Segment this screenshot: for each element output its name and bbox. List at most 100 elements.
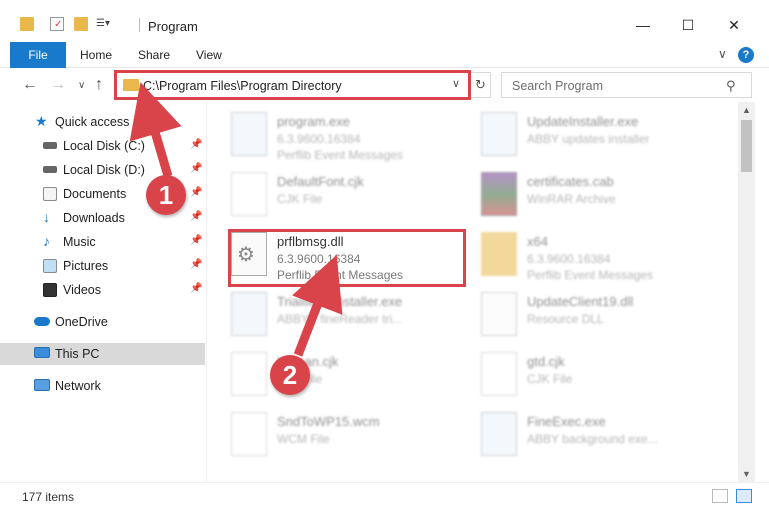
star-icon: ★ bbox=[35, 113, 48, 129]
step-2-badge: 2 bbox=[270, 355, 310, 395]
list-item[interactable]: program.exe 6.3.9600.16384 Perflib Event… bbox=[207, 106, 457, 162]
dll-file-icon bbox=[481, 292, 517, 336]
sidebar-item-label: Quick access bbox=[55, 115, 130, 129]
help-icon[interactable]: ? bbox=[738, 47, 754, 63]
sidebar-item-local-disk-c[interactable]: Local Disk (C:) 📌 bbox=[0, 135, 205, 157]
scroll-up-icon[interactable]: ▲ bbox=[738, 102, 755, 118]
pin-icon[interactable]: 📌 bbox=[190, 163, 202, 174]
title-bar: ✓ ☰▾ Program — ☐ ✕ bbox=[0, 0, 769, 42]
pin-icon[interactable]: 📌 bbox=[190, 139, 202, 150]
sidebar-item-label: Local Disk (D:) bbox=[63, 163, 145, 177]
tab-file[interactable]: File bbox=[10, 42, 66, 68]
file-name: UpdateClient19.dll bbox=[527, 294, 634, 309]
sidebar-item-music[interactable]: ♪ Music 📌 bbox=[0, 231, 205, 253]
list-item[interactable]: gtd.cjk CJK File bbox=[457, 346, 707, 402]
refresh-button[interactable]: ↻ bbox=[469, 73, 491, 97]
sidebar-item-this-pc[interactable]: This PC bbox=[0, 343, 205, 365]
maximize-button[interactable]: ☐ bbox=[673, 14, 703, 36]
file-name: program.exe bbox=[277, 114, 350, 129]
sidebar-item-label: Local Disk (C:) bbox=[63, 139, 145, 153]
document-file-icon bbox=[231, 412, 267, 456]
file-name: x64 bbox=[527, 234, 548, 249]
pin-icon[interactable]: 📌 bbox=[190, 283, 202, 294]
properties-icon[interactable]: ✓ bbox=[50, 17, 64, 31]
step-1-badge: 1 bbox=[146, 175, 186, 215]
exe-file-icon bbox=[231, 112, 267, 156]
search-icon[interactable]: ⚲ bbox=[726, 78, 736, 94]
tab-home[interactable]: Home bbox=[70, 42, 122, 68]
list-item[interactable]: certificates.cab WinRAR Archive bbox=[457, 166, 707, 222]
pictures-icon bbox=[43, 259, 57, 273]
new-folder-icon[interactable] bbox=[74, 17, 88, 31]
file-type: WinRAR Archive bbox=[527, 192, 616, 206]
sidebar-item-label: Documents bbox=[63, 187, 127, 201]
file-type: Resource DLL bbox=[527, 312, 604, 326]
folder-icon[interactable] bbox=[20, 17, 34, 31]
search-placeholder: Search Program bbox=[512, 79, 604, 93]
navigation-pane: ★ Quick access Local Disk (C:) 📌 Local D… bbox=[0, 102, 205, 482]
vertical-scrollbar[interactable]: ▲ ▼ bbox=[738, 102, 755, 482]
details-view-icon[interactable] bbox=[712, 489, 728, 503]
tab-view[interactable]: View bbox=[186, 42, 232, 68]
large-icons-view-icon[interactable] bbox=[736, 489, 752, 503]
file-name: DefaultFont.cjk bbox=[277, 174, 364, 189]
list-item[interactable]: Korean.cjk CJK File bbox=[207, 346, 457, 402]
list-item[interactable]: TrialitemsInstaller.exe ABBYY fineReader… bbox=[207, 286, 457, 342]
drive-icon bbox=[43, 142, 57, 149]
file-description: ABBY updates installer bbox=[527, 132, 650, 146]
forward-button[interactable]: → bbox=[50, 76, 66, 94]
minimize-button[interactable]: — bbox=[628, 14, 658, 36]
file-name: SndToWP15.wcm bbox=[277, 414, 380, 429]
window-title: Program bbox=[148, 19, 198, 34]
file-name: gtd.cjk bbox=[527, 354, 565, 369]
search-input[interactable]: Search Program ⚲ bbox=[501, 72, 752, 98]
file-name: certificates.cab bbox=[527, 174, 614, 189]
sidebar-item-quick-access[interactable]: ★ Quick access bbox=[0, 111, 205, 133]
document-file-icon bbox=[231, 352, 267, 396]
list-item[interactable]: DefaultFont.cjk CJK File bbox=[207, 166, 457, 222]
list-item[interactable]: SndToWP15.wcm WCM File bbox=[207, 406, 457, 462]
customize-toolbar-icon[interactable]: ☰▾ bbox=[96, 17, 122, 31]
close-button[interactable]: ✕ bbox=[719, 14, 749, 36]
sidebar-item-network[interactable]: Network bbox=[0, 375, 205, 397]
expand-ribbon-icon[interactable]: ∨ bbox=[718, 47, 727, 61]
list-item[interactable]: UpdateInstaller.exe ABBY updates install… bbox=[457, 106, 707, 162]
videos-icon bbox=[43, 283, 57, 297]
exe-file-icon bbox=[481, 112, 517, 156]
back-button[interactable]: ← bbox=[22, 76, 38, 94]
status-bar: 177 items bbox=[0, 482, 769, 519]
file-description: Perflib Event Messages bbox=[527, 268, 654, 282]
scroll-thumb[interactable] bbox=[741, 120, 752, 172]
tab-share[interactable]: Share bbox=[128, 42, 180, 68]
download-icon: ↓ bbox=[43, 209, 50, 225]
sidebar-item-label: Pictures bbox=[63, 259, 109, 273]
file-description: ABBYY fineReader tri... bbox=[277, 312, 403, 326]
sidebar-item-label: Music bbox=[63, 235, 96, 249]
list-item[interactable]: x64 6.3.9600.16384 Perflib Event Message… bbox=[457, 226, 707, 282]
list-item[interactable]: FineExec.exe ABBY background exe... bbox=[457, 406, 707, 462]
pin-icon[interactable]: 📌 bbox=[190, 259, 202, 270]
sidebar-item-label: This PC bbox=[55, 347, 100, 361]
sidebar-item-pictures[interactable]: Pictures 📌 bbox=[0, 255, 205, 277]
pin-icon[interactable]: 📌 bbox=[190, 235, 202, 246]
documents-icon bbox=[43, 187, 57, 201]
file-name: TrialitemsInstaller.exe bbox=[277, 294, 403, 309]
file-description: Perflib Event Messages bbox=[277, 148, 404, 162]
file-description: ABBY background exe... bbox=[527, 432, 658, 446]
pin-icon[interactable]: 📌 bbox=[190, 211, 202, 222]
list-item[interactable]: UpdateClient19.dll Resource DLL bbox=[457, 286, 707, 342]
sidebar-item-label: Videos bbox=[63, 283, 101, 297]
scroll-down-icon[interactable]: ▼ bbox=[738, 466, 755, 482]
sidebar-item-videos[interactable]: Videos 📌 bbox=[0, 279, 205, 301]
file-name: UpdateInstaller.exe bbox=[527, 114, 639, 129]
exe-file-icon bbox=[481, 412, 517, 456]
sidebar-item-onedrive[interactable]: OneDrive bbox=[0, 311, 205, 333]
recent-locations-button[interactable]: ∨ bbox=[78, 80, 85, 91]
up-button[interactable]: ↑ bbox=[95, 76, 103, 94]
folder-icon bbox=[481, 232, 517, 276]
document-file-icon bbox=[231, 172, 267, 216]
item-count: 177 items bbox=[22, 490, 75, 504]
file-type: CJK File bbox=[527, 372, 573, 386]
file-highlight-box bbox=[228, 229, 466, 287]
pin-icon[interactable]: 📌 bbox=[190, 187, 202, 198]
